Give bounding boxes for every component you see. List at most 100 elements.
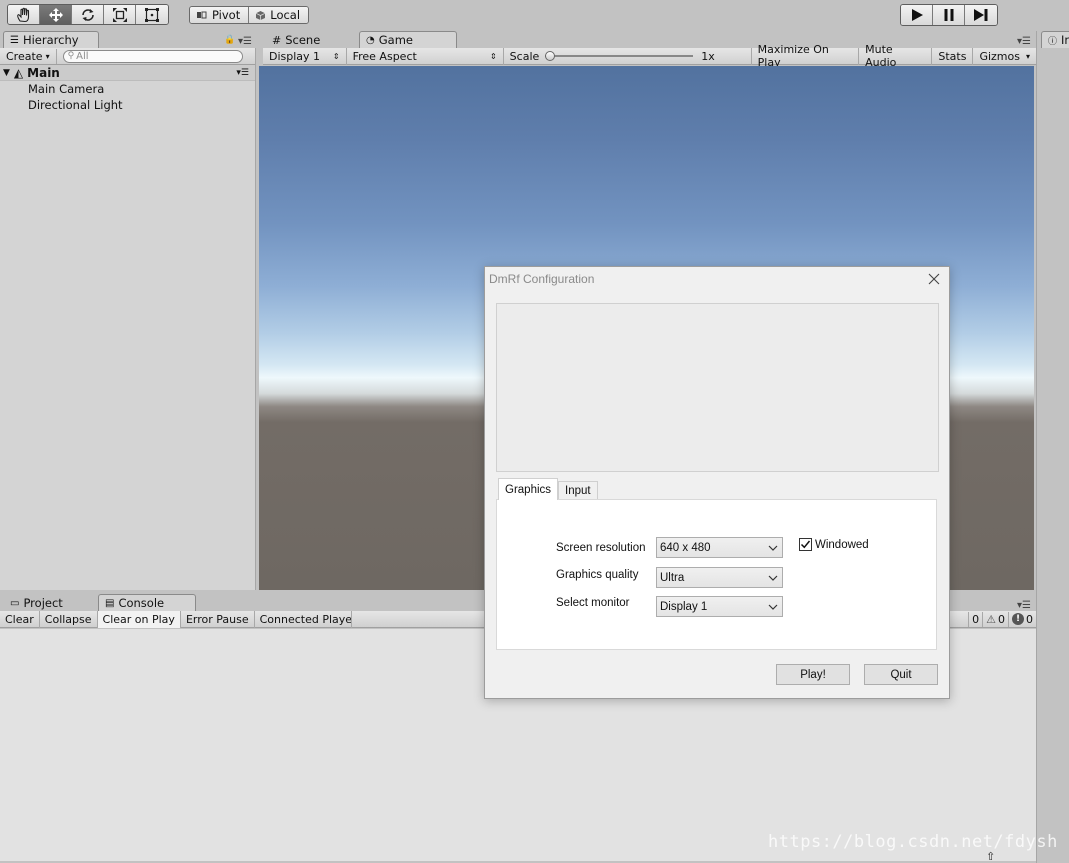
graphics-pane: Screen resolution 640 x 480 Graphics qua… bbox=[496, 499, 937, 650]
tab-hierarchy[interactable]: ☰ Hierarchy bbox=[3, 31, 99, 48]
list-icon: ☰ bbox=[10, 34, 19, 46]
aspect-label: Free Aspect bbox=[352, 49, 417, 63]
windowed-label: Windowed bbox=[815, 538, 869, 551]
tab-inspector-label: In bbox=[1061, 33, 1069, 47]
error-icon: ! bbox=[1012, 613, 1024, 625]
tab-graphics[interactable]: Graphics bbox=[498, 478, 559, 500]
step-button[interactable] bbox=[965, 5, 997, 25]
hierarchy-item-main-camera[interactable]: Main Camera bbox=[0, 81, 255, 97]
local-icon bbox=[256, 10, 266, 20]
quit-button[interactable]: Quit bbox=[864, 664, 938, 685]
quality-select[interactable]: Ultra bbox=[656, 567, 783, 588]
console-counters: 0 ⚠ 0 ! 0 bbox=[968, 611, 1036, 628]
collapse-toggle[interactable]: Collapse bbox=[40, 610, 98, 628]
search-icon: ⚲ bbox=[67, 51, 75, 61]
gizmos-dropdown[interactable]: Gizmos ▾ bbox=[973, 48, 1036, 65]
slider-thumb[interactable] bbox=[545, 51, 556, 61]
windowed-checkbox-row[interactable]: Windowed bbox=[799, 538, 869, 551]
watermark-text: https://blog.csdn.net/fdysh bbox=[768, 832, 1058, 852]
connected-player-dropdown[interactable]: Connected Playe ▾ bbox=[255, 610, 352, 628]
tab-project-label: Project bbox=[23, 596, 63, 610]
tab-console-label: Console bbox=[118, 596, 165, 610]
scale-tool-button[interactable] bbox=[104, 5, 136, 24]
search-placeholder: All bbox=[76, 50, 89, 62]
create-label: Create bbox=[6, 49, 43, 63]
pivot-icon bbox=[197, 11, 207, 19]
scene-menu-icon[interactable]: ▾☰ bbox=[236, 68, 249, 78]
aspect-dropdown[interactable]: Free Aspect ⇕ bbox=[347, 47, 504, 65]
rect-icon bbox=[145, 7, 159, 22]
hand-tool-button[interactable] bbox=[8, 5, 40, 24]
monitor-select[interactable]: Display 1 bbox=[656, 596, 783, 617]
rect-tool-button[interactable] bbox=[136, 5, 168, 24]
scene-row-main[interactable]: ▼ ◭ Main ▾☰ bbox=[0, 65, 255, 81]
warning-counter[interactable]: ⚠ 0 bbox=[982, 611, 1008, 627]
play-start-button[interactable]: Play! bbox=[776, 664, 850, 685]
panel-menu-icon[interactable]: ▾☰ bbox=[238, 36, 252, 47]
move-icon bbox=[48, 7, 63, 22]
error-pause-toggle[interactable]: Error Pause bbox=[181, 610, 255, 628]
clear-button[interactable]: Clear bbox=[0, 610, 40, 628]
expand-triangle-icon[interactable]: ▼ bbox=[3, 68, 10, 78]
display-dropdown[interactable]: Display 1 ⇕ bbox=[263, 47, 347, 65]
transform-tools bbox=[7, 4, 169, 25]
close-button[interactable] bbox=[925, 270, 943, 288]
pivot-label: Pivot bbox=[212, 8, 241, 22]
local-button[interactable]: Local bbox=[248, 7, 309, 23]
log-counter[interactable]: 0 bbox=[968, 611, 982, 627]
gizmos-label: Gizmos bbox=[979, 49, 1020, 63]
stats-toggle[interactable]: Stats bbox=[932, 47, 974, 65]
resolution-value: 640 x 480 bbox=[660, 541, 711, 554]
scale-slider[interactable] bbox=[545, 51, 694, 61]
info-icon: ⓘ bbox=[1048, 36, 1058, 47]
maximize-on-play-toggle[interactable]: Maximize On Play bbox=[752, 43, 860, 69]
error-count: 0 bbox=[1026, 612, 1033, 626]
tab-scene[interactable]: # Scene bbox=[265, 31, 358, 48]
resolution-select[interactable]: 640 x 480 bbox=[656, 537, 783, 558]
pause-button[interactable] bbox=[933, 5, 965, 25]
log-count: 0 bbox=[972, 612, 980, 626]
tab-game-label: Game bbox=[378, 33, 413, 47]
rotate-icon bbox=[81, 8, 94, 21]
chevron-down-icon: ▾ bbox=[1025, 51, 1030, 61]
main-toolbar: Pivot Local bbox=[0, 0, 1069, 32]
tab-game[interactable]: ◔ Game bbox=[359, 31, 457, 48]
playback-controls bbox=[900, 4, 998, 26]
check-icon bbox=[800, 540, 811, 549]
scale-label: Scale bbox=[509, 49, 540, 63]
pacman-icon: ◔ bbox=[366, 34, 375, 46]
play-button[interactable] bbox=[901, 5, 933, 25]
game-menu-icon[interactable]: ▾☰ bbox=[1017, 36, 1031, 47]
local-label: Local bbox=[270, 8, 301, 22]
scale-icon bbox=[112, 7, 127, 22]
tab-project[interactable]: ▭ Project bbox=[3, 594, 97, 611]
clear-on-play-toggle[interactable]: Clear on Play bbox=[97, 610, 181, 628]
chevron-down-icon bbox=[768, 601, 778, 613]
hierarchy-item-directional-light[interactable]: Directional Light bbox=[0, 97, 255, 113]
tab-hierarchy-label: Hierarchy bbox=[22, 33, 79, 47]
windowed-checkbox[interactable] bbox=[799, 538, 812, 551]
tab-console[interactable]: ▤ Console bbox=[98, 594, 196, 611]
step-icon bbox=[974, 9, 988, 21]
console-menu-icon[interactable]: ▾☰ bbox=[1017, 600, 1031, 611]
folder-icon: ▭ bbox=[10, 597, 20, 609]
hierarchy-search-input[interactable]: ⚲ All bbox=[62, 49, 243, 63]
rotate-tool-button[interactable] bbox=[72, 5, 104, 24]
error-counter[interactable]: ! 0 bbox=[1008, 611, 1036, 627]
lock-icon[interactable]: 🔒 bbox=[224, 35, 235, 45]
monitor-value: Display 1 bbox=[660, 600, 708, 613]
tab-inspector[interactable]: ⓘ In bbox=[1041, 31, 1069, 48]
dialog-tabs: Graphics Input bbox=[498, 478, 598, 500]
updown-icon: ⇕ bbox=[332, 51, 340, 61]
grid-icon: # bbox=[272, 33, 282, 47]
pivot-button[interactable]: Pivot bbox=[190, 7, 249, 23]
warning-count: 0 bbox=[998, 612, 1005, 626]
move-tool-button[interactable] bbox=[40, 5, 72, 24]
connected-player-label: Connected Playe bbox=[259, 612, 352, 626]
pause-icon bbox=[944, 9, 953, 21]
display-label: Display 1 bbox=[269, 49, 321, 63]
configuration-dialog: DmRf Configuration Graphics Input Screen… bbox=[484, 266, 950, 699]
tab-input[interactable]: Input bbox=[558, 481, 598, 500]
create-dropdown[interactable]: Create ▾ bbox=[0, 48, 57, 64]
mute-audio-toggle[interactable]: Mute Audio bbox=[859, 43, 933, 69]
